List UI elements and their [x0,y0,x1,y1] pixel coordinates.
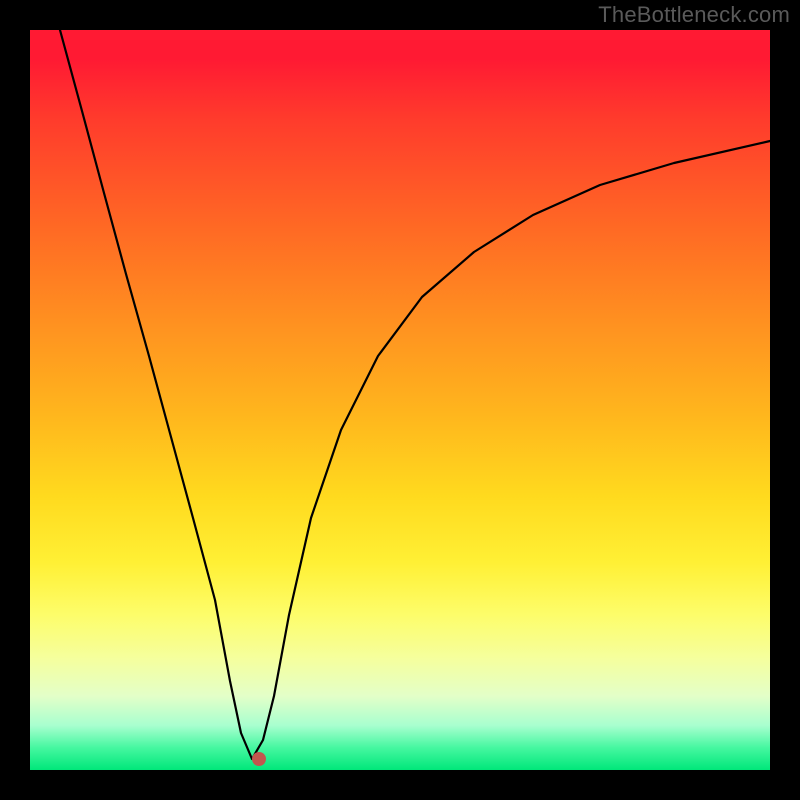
watermark-text: TheBottleneck.com [598,2,790,28]
bottleneck-curve [60,30,770,759]
optimal-marker [252,752,266,766]
chart-frame: TheBottleneck.com [0,0,800,800]
curve-svg [30,30,770,770]
plot-area [30,30,770,770]
